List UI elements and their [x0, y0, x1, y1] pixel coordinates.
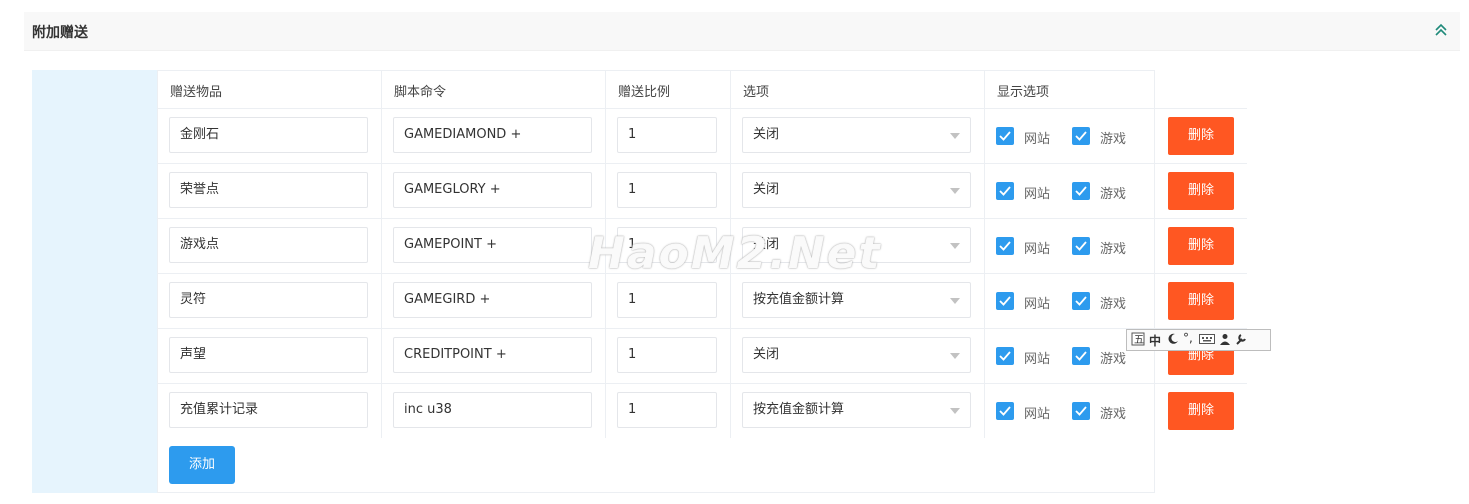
- section-header: 附加赠送: [24, 12, 1460, 51]
- option-select-value: 关闭: [753, 182, 780, 197]
- show-game-label: 游戏: [1100, 132, 1127, 147]
- show-game-label: 游戏: [1100, 352, 1127, 367]
- header-option: 选项: [743, 85, 770, 100]
- show-game-checkbox[interactable]: [1072, 402, 1090, 420]
- user-icon[interactable]: [1219, 333, 1231, 348]
- ratio-input[interactable]: 1: [617, 172, 717, 208]
- gift-item-input[interactable]: 声望: [169, 337, 368, 373]
- header-ratio: 赠送比例: [618, 85, 671, 100]
- keyboard-icon[interactable]: [1199, 333, 1215, 348]
- moon-icon[interactable]: [1167, 333, 1179, 348]
- option-select[interactable]: 关闭: [742, 172, 971, 208]
- show-web-label: 网站: [1024, 132, 1051, 147]
- svg-text:五: 五: [1134, 335, 1144, 346]
- add-button[interactable]: 添加: [169, 446, 235, 484]
- script-command-input[interactable]: GAMEGLORY +: [393, 172, 592, 208]
- gift-item-input[interactable]: 游戏点: [169, 227, 368, 263]
- show-web-label: 网站: [1024, 187, 1051, 202]
- show-game-checkbox[interactable]: [1072, 237, 1090, 255]
- show-game-label: 游戏: [1100, 187, 1127, 202]
- watermark: HaoM2.Net: [588, 228, 882, 279]
- header-item: 赠送物品: [170, 85, 223, 100]
- script-command-input[interactable]: GAMEPOINT +: [393, 227, 592, 263]
- chevron-down-icon: [950, 408, 960, 414]
- chevron-double-up-icon[interactable]: [1434, 22, 1448, 38]
- show-game-label: 游戏: [1100, 297, 1127, 312]
- ratio-input[interactable]: 1: [617, 117, 717, 153]
- show-web-checkbox[interactable]: [996, 347, 1014, 365]
- ratio-input[interactable]: 1: [617, 282, 717, 318]
- option-select-value: 按充值金额计算: [753, 402, 845, 417]
- gift-item-input[interactable]: 灵符: [169, 282, 368, 318]
- gift-item-input[interactable]: 荣誉点: [169, 172, 368, 208]
- show-web-label: 网站: [1024, 352, 1051, 367]
- delete-button[interactable]: 删除: [1168, 117, 1234, 155]
- chevron-down-icon: [950, 188, 960, 194]
- option-select-value: 关闭: [753, 127, 780, 142]
- option-select[interactable]: 按充值金额计算: [742, 392, 971, 428]
- option-select-value: 按充值金额计算: [753, 292, 845, 307]
- script-command-input[interactable]: CREDITPOINT +: [393, 337, 592, 373]
- show-web-label: 网站: [1024, 297, 1051, 312]
- gift-item-input[interactable]: 金刚石: [169, 117, 368, 153]
- script-command-input[interactable]: GAMEGIRD +: [393, 282, 592, 318]
- show-web-checkbox[interactable]: [996, 402, 1014, 420]
- wrench-icon[interactable]: [1235, 333, 1247, 348]
- delete-button[interactable]: 删除: [1168, 282, 1234, 320]
- show-web-label: 网站: [1024, 407, 1051, 422]
- ratio-input[interactable]: 1: [617, 392, 717, 428]
- table-row: 充值累计记录 inc u38 1 按充值金额计算 网站 游戏 删除: [157, 383, 1247, 439]
- chevron-down-icon: [950, 298, 960, 304]
- option-select[interactable]: 关闭: [742, 337, 971, 373]
- table-row: 金刚石 GAMEDIAMOND + 1 关闭 网站 游戏 删除: [157, 108, 1247, 164]
- show-web-checkbox[interactable]: [996, 127, 1014, 145]
- show-game-checkbox[interactable]: [1072, 347, 1090, 365]
- chevron-down-icon: [950, 133, 960, 139]
- delete-button[interactable]: 删除: [1168, 172, 1234, 210]
- table-row: 荣誉点 GAMEGLORY + 1 关闭 网站 游戏 删除: [157, 163, 1247, 219]
- punctuation-icon[interactable]: °,: [1183, 331, 1193, 345]
- ime-toolbar[interactable]: 五 中 °,: [1126, 329, 1271, 351]
- table-row: 声望 CREDITPOINT +1 关闭 网站 游戏 删除: [157, 328, 1247, 384]
- show-web-checkbox[interactable]: [996, 292, 1014, 310]
- ime-mode[interactable]: 中: [1149, 332, 1161, 349]
- header-script: 脚本命令: [394, 85, 447, 100]
- show-web-checkbox[interactable]: [996, 237, 1014, 255]
- show-web-label: 网站: [1024, 242, 1051, 257]
- section-title: 附加赠送: [32, 25, 88, 41]
- header-display: 显示选项: [997, 85, 1050, 100]
- option-select[interactable]: 关闭: [742, 117, 971, 153]
- left-strip: [32, 70, 157, 493]
- option-select[interactable]: 按充值金额计算: [742, 282, 971, 318]
- show-game-label: 游戏: [1100, 242, 1127, 257]
- show-game-label: 游戏: [1100, 407, 1127, 422]
- gift-item-input[interactable]: 充值累计记录: [169, 392, 368, 428]
- show-web-checkbox[interactable]: [996, 182, 1014, 200]
- delete-button[interactable]: 删除: [1168, 227, 1234, 265]
- chevron-down-icon: [950, 353, 960, 359]
- show-game-checkbox[interactable]: [1072, 292, 1090, 310]
- script-command-input[interactable]: GAMEDIAMOND +: [393, 117, 592, 153]
- show-game-checkbox[interactable]: [1072, 127, 1090, 145]
- chevron-down-icon: [950, 243, 960, 249]
- ratio-input[interactable]: 1: [617, 337, 717, 373]
- table-row: 灵符 GAMEGIRD + 1 按充值金额计算 网站 游戏 删除: [157, 273, 1247, 329]
- script-command-input[interactable]: inc u38: [393, 392, 592, 428]
- delete-button[interactable]: 删除: [1168, 392, 1234, 430]
- ime-logo-icon[interactable]: 五: [1131, 332, 1145, 349]
- show-game-checkbox[interactable]: [1072, 182, 1090, 200]
- option-select-value: 关闭: [753, 347, 780, 362]
